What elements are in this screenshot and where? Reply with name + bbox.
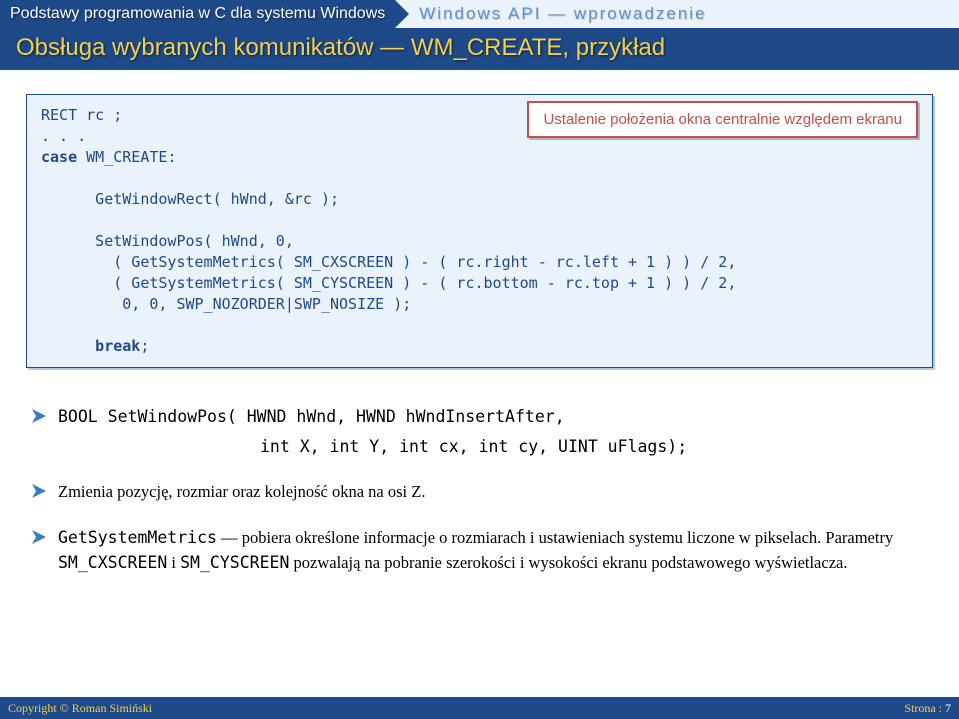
code-line: ( GetSystemMetrics( SM_CYSCREEN ) - ( rc… [41,274,736,292]
bullet-item: GetSystemMetrics — pobiera określone inf… [30,525,929,576]
code-line: . . . [41,127,86,145]
breadcrumb-course: Podstawy programowania w C dla systemu W… [0,0,395,28]
code-line: GetWindowRect( hWnd, &rc ); [41,190,339,208]
callout-box: Ustalenie położenia okna centralnie wzgl… [527,101,918,138]
main-content: RECT rc ; . . . case WM_CREATE: GetWindo… [0,70,959,576]
page-number: Strona : 7 [904,701,951,716]
copyright: Copyright © Roman Simiński [8,701,152,716]
code-line: 0, 0, SWP_NOZORDER|SWP_NOSIZE ); [41,295,411,313]
code-inline: SM_CYSCREEN [180,553,289,572]
code-keyword: break [41,337,140,355]
code-line: ; [140,337,149,355]
chevron-right-icon [395,0,409,28]
bullet-arrow-icon [30,482,48,500]
breadcrumb-section: Windows API — wprowadzenie [409,0,959,28]
code-line: ( GetSystemMetrics( SM_CXSCREEN ) - ( rc… [41,253,736,271]
bullet-text: Zmienia pozycję, rozmiar oraz kolejność … [58,479,425,505]
code-keyword: case [41,148,77,166]
code-inline: SM_CXSCREEN [58,553,167,572]
bullet-text: BOOL SetWindowPos( HWND hWnd, HWND hWndI… [58,404,687,459]
code-line: RECT rc ; [41,106,122,124]
code-line: WM_CREATE: [77,148,176,166]
footer-bar: Copyright © Roman Simiński Strona : 7 [0,697,959,719]
bullet-list: BOOL SetWindowPos( HWND hWnd, HWND hWndI… [26,404,933,576]
page-title: Obsługa wybranych komunikatów — WM_CREAT… [0,28,959,70]
code-signature-line1: BOOL SetWindowPos( HWND hWnd, HWND hWndI… [58,407,565,426]
breadcrumb-bar: Podstawy programowania w C dla systemu W… [0,0,959,28]
bullet-arrow-icon [30,528,48,546]
bullet-arrow-icon [30,407,48,425]
code-signature-line2: int X, int Y, int cx, int cy, UINT uFlag… [58,434,687,460]
code-inline: GetSystemMetrics [58,528,217,547]
bullet-item: Zmienia pozycję, rozmiar oraz kolejność … [30,479,929,505]
bullet-text: GetSystemMetrics — pobiera określone inf… [58,525,929,576]
bullet-item: BOOL SetWindowPos( HWND hWnd, HWND hWndI… [30,404,929,459]
code-line: SetWindowPos( hWnd, 0, [41,232,294,250]
code-block: RECT rc ; . . . case WM_CREATE: GetWindo… [26,94,933,368]
